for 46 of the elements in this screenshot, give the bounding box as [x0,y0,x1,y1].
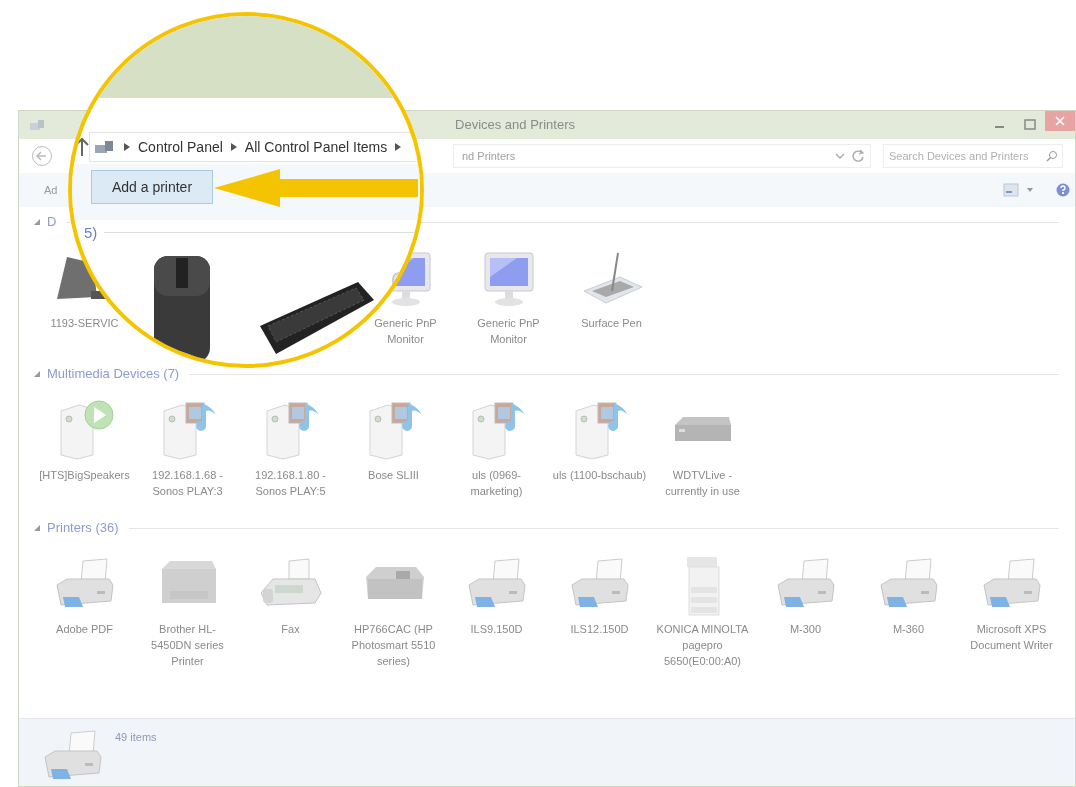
chevron-right-icon [395,143,402,151]
breadcrumb-item[interactable]: Control Panel [138,136,223,158]
chevron-right-icon [124,143,130,151]
device-label[interactable]: M-300 [789,621,822,637]
magnified-address-bar[interactable]: Control Panel All Control Panel Items [89,132,420,162]
device-label[interactable]: Surface Pen [581,315,642,331]
group-title[interactable]: D [47,212,57,232]
expanded-icon[interactable] [33,218,41,226]
back-icon[interactable] [31,145,53,167]
expanded-icon[interactable] [33,524,41,532]
device-label[interactable]: Fax [281,621,300,637]
search-icon [1046,150,1058,162]
device-label[interactable]: Generic PnP Monitor [460,315,557,347]
breadcrumb-item[interactable]: All Control Panel Items [244,136,388,158]
device-label[interactable]: WDTVLive - currently in use [654,467,751,499]
device-label[interactable]: Adobe PDF [56,621,113,637]
device-label[interactable]: Bose SLIII [368,467,419,483]
device-label[interactable]: uls (1100-bschaub) [552,467,647,483]
devices-icon [94,139,116,155]
group-count: 5) [84,223,98,243]
view-icon[interactable] [1003,183,1019,197]
search-field[interactable]: Search Devices and Printers [883,144,1063,168]
device-label[interactable]: Microsoft XPS Document Writer [963,621,1060,653]
devices-icon [29,118,45,132]
device-label[interactable]: uls (0969-marketing) [448,467,545,499]
item-count: 49 items [115,730,157,745]
address-bar[interactable]: nd Printers [453,144,871,168]
device-label[interactable]: ILS9.150D [470,621,523,637]
device-label[interactable]: HP766CAC (HP Photosmart 5510 series) [345,621,442,669]
group-title[interactable]: Multimedia Devices (7) [47,364,180,384]
window-title: Devices and Printers [454,116,576,135]
expanded-icon[interactable] [33,370,41,378]
chevron-right-icon [230,143,237,151]
group-title[interactable]: Printers (36) [47,518,119,538]
close-icon [1055,116,1065,126]
close-button[interactable] [1045,111,1075,131]
device-label[interactable]: 192.168.1.68 - Sonos PLAY:3 [139,467,236,499]
device-label[interactable]: KONICA MINOLTA pagepro 5650(E0:00:A0) [654,621,751,669]
toolbar-label[interactable]: Ad [44,181,58,199]
device-label[interactable]: Brother HL-5450DN series Printer [139,621,236,669]
device-label[interactable]: 192.168.1.80 - Sonos PLAY:5 [242,467,339,499]
device-label[interactable]: ILS12.150D [570,621,629,637]
add-printer-button[interactable]: Add a printer [91,170,213,204]
device-label[interactable]: [HTS]BigSpeakers [39,467,130,483]
device-label[interactable]: M-360 [892,621,925,637]
device-label[interactable]: 1193-SERVIC [50,315,119,331]
